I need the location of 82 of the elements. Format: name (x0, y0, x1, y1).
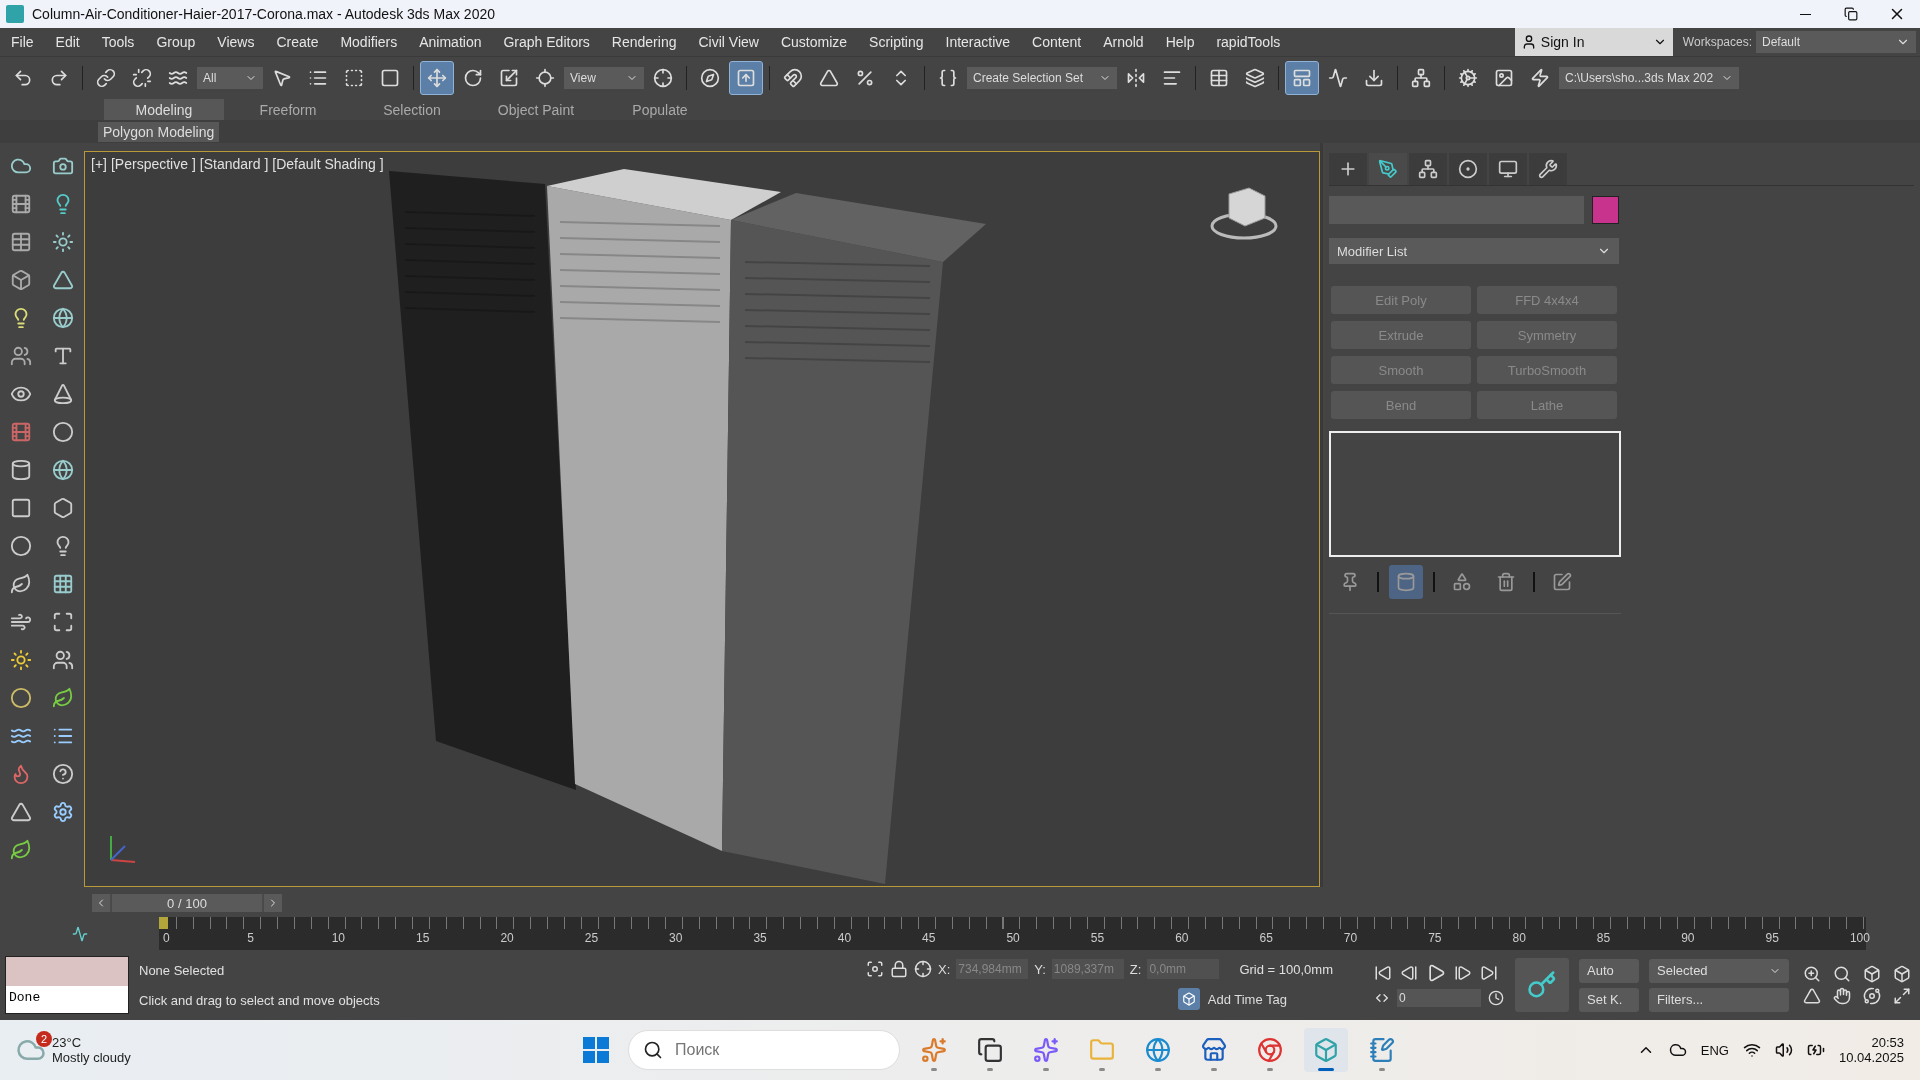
y-label: Y: (1034, 961, 1046, 977)
toolbar-dropdown[interactable]: View (564, 66, 644, 89)
menu-item[interactable]: Interactive (945, 28, 1011, 56)
ribbon-panel-title[interactable]: Polygon Modeling (98, 121, 220, 142)
ribbon-tab[interactable]: Modeling (104, 99, 224, 120)
time-slider-track[interactable]: 0 / 100 (92, 892, 1792, 914)
grid-size: Grid = 100,0mm (1239, 961, 1333, 977)
sign-in-button[interactable]: Sign In (1514, 28, 1673, 56)
frame-number: 0 (162, 931, 171, 947)
key-filters-button[interactable]: Filters... (1649, 987, 1789, 1012)
menu-item[interactable]: rapidTools (1216, 28, 1281, 56)
set-key-mode-button[interactable]: Set K. (1579, 987, 1639, 1012)
ribbon-tab[interactable]: Selection (352, 99, 472, 120)
frame-number: 50 (1005, 931, 1021, 947)
viewport-label[interactable]: [+] (91, 156, 107, 172)
menu-item[interactable]: Create (276, 28, 319, 56)
menu-item[interactable]: Tools (101, 28, 135, 56)
selection-status: None Selected (139, 962, 226, 978)
clock-date[interactable]: 10.04.2025 (1838, 1050, 1904, 1065)
frame-number: 10 (330, 931, 347, 947)
workspaces-label: Workspaces: (1682, 35, 1752, 49)
toolbar-dropdown[interactable]: C:\Users\sho...3ds Max 202 (1559, 66, 1739, 89)
menu-item[interactable]: Content (1032, 28, 1082, 56)
menu-item[interactable]: Arnold (1103, 28, 1144, 56)
menu-item[interactable]: File (11, 28, 34, 56)
key-filter-dropdown[interactable]: Selected (1649, 958, 1789, 983)
maxscript-output: Done (6, 986, 128, 1013)
frame-number: 75 (1427, 931, 1443, 947)
menu-item[interactable]: Views (217, 28, 255, 56)
menu-item[interactable]: Rendering (611, 28, 677, 56)
menu-item[interactable]: Help (1165, 28, 1195, 56)
menu-item[interactable]: Edit (55, 28, 80, 56)
perspective-viewport[interactable]: [+] [Perspective ] [Standard ] [Default Shading ] (84, 151, 1320, 887)
language-indicator[interactable]: ENG (1700, 1042, 1729, 1058)
clock-time[interactable]: 20:53 (1871, 1035, 1904, 1050)
menu-item[interactable]: Graph Editors (503, 28, 590, 56)
auto-key-button[interactable]: Auto (1579, 958, 1639, 983)
modifier-list-dropdown[interactable]: Modifier List (1329, 238, 1619, 264)
frame-number: 85 (1595, 931, 1612, 947)
frame-number: 90 (1680, 931, 1696, 947)
menu-item[interactable]: Modifiers (340, 28, 398, 56)
toolbar-dropdown[interactable]: All (197, 66, 263, 89)
menu-item[interactable]: Customize (780, 28, 848, 56)
window-title: Column-Air-Conditioner-Haier-2017-Corona.max - Autodesk 3ds Max 2020 (32, 6, 496, 22)
weather-text: Mostly cloudy (52, 1050, 131, 1065)
viewport-label[interactable]: [Default Shading ] (272, 156, 384, 172)
x-label: X: (938, 961, 951, 977)
frame-number: 20 (499, 931, 515, 947)
current-frame-field[interactable]: 0 (1397, 989, 1481, 1007)
z-label: Z: (1129, 961, 1142, 977)
frame-number: 25 (583, 931, 600, 947)
frame-number: 55 (1089, 931, 1106, 947)
notification-badge: 2 (36, 1031, 52, 1047)
frame-number: 95 (1764, 931, 1780, 947)
toolbar-dropdown[interactable]: Create Selection Set (967, 66, 1117, 89)
ribbon-tab[interactable]: Freeform (228, 99, 348, 120)
menu-item[interactable]: Group (156, 28, 196, 56)
viewport-label[interactable]: [Perspective ] (110, 156, 196, 172)
frame-number: 70 (1342, 931, 1359, 947)
ribbon-tab[interactable]: Populate (600, 99, 720, 120)
menu-item[interactable]: Scripting (869, 28, 924, 56)
frame-readout: 0 / 100 (112, 894, 262, 912)
frame-number: 35 (752, 931, 768, 947)
frame-number: 15 (415, 931, 431, 947)
prompt-text: Click and drag to select and move objects (139, 992, 381, 1008)
search-input[interactable]: Поиск (673, 1040, 823, 1060)
frame-number: 5 (246, 931, 256, 947)
menu-item[interactable]: Civil View (698, 28, 759, 56)
taskbar-search-field[interactable]: Поиск (628, 1030, 900, 1070)
add-time-tag-button[interactable]: Add Time Tag (1171, 987, 1293, 1011)
frame-number: 60 (1174, 931, 1190, 947)
frame-number: 40 (836, 931, 853, 947)
time-slider-thumb[interactable]: 0 / 100 (92, 894, 282, 912)
ribbon-tab[interactable]: Object Paint (476, 99, 596, 120)
frame-number: 45 (921, 931, 937, 947)
frame-number: 65 (1258, 931, 1274, 947)
frame-number: 80 (1511, 931, 1527, 947)
menu-item[interactable]: Animation (419, 28, 482, 56)
frame-number: 30 (668, 931, 684, 947)
workspace-dropdown[interactable]: Default (1756, 31, 1916, 53)
viewport-label[interactable]: [Standard ] (199, 156, 269, 172)
temperature: 23°C (52, 1035, 83, 1050)
